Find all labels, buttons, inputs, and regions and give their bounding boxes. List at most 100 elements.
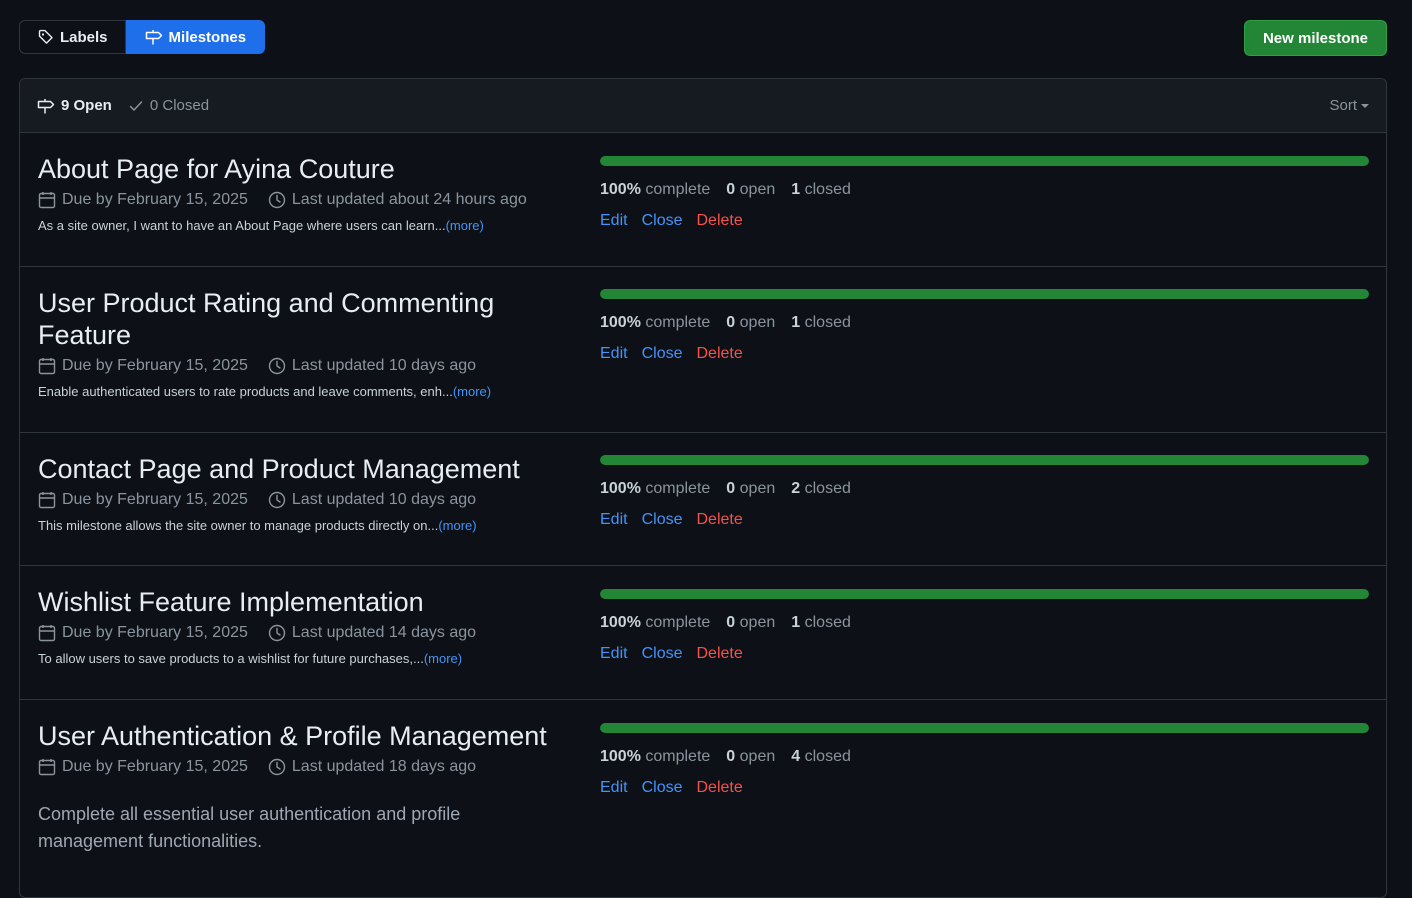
open-count-label: 9 Open xyxy=(61,97,112,114)
more-link[interactable]: (more) xyxy=(453,384,491,399)
delete-link[interactable]: Delete xyxy=(696,345,742,363)
milestone-meta: Due by February 15, 2025 Last updated ab… xyxy=(38,191,578,209)
percent-complete: 100% complete xyxy=(600,614,711,631)
milestone-description: Complete all essential user authenticati… xyxy=(38,804,461,851)
milestone-actions: Edit Close Delete xyxy=(600,345,1369,363)
milestone-title[interactable]: User Authentication & Profile Management xyxy=(38,720,578,752)
milestone-title[interactable]: User Product Rating and Commenting Featu… xyxy=(38,287,578,351)
milestone-actions: Edit Close Delete xyxy=(600,645,1369,663)
edit-link[interactable]: Edit xyxy=(600,345,628,363)
clock-icon xyxy=(268,758,286,776)
due-date: Due by February 15, 2025 xyxy=(62,191,248,208)
delete-link[interactable]: Delete xyxy=(696,212,742,230)
milestone-stats: 100% complete 0 open 1 closed xyxy=(600,614,1369,632)
closed-issues-count[interactable]: 2 closed xyxy=(791,480,851,498)
due-date: Due by February 15, 2025 xyxy=(62,491,248,508)
progress-bar xyxy=(600,289,1369,299)
clock-icon xyxy=(268,624,286,642)
milestone-title[interactable]: About Page for Ayina Couture xyxy=(38,153,578,185)
calendar-icon xyxy=(38,357,56,375)
caret-down-icon xyxy=(1361,103,1369,108)
milestone-description: Enable authenticated users to rate produ… xyxy=(38,384,578,399)
edit-link[interactable]: Edit xyxy=(600,511,628,529)
close-link[interactable]: Close xyxy=(642,511,683,529)
description-text: This milestone allows the site owner to … xyxy=(38,518,439,533)
edit-link[interactable]: Edit xyxy=(600,645,628,663)
progress-fill xyxy=(600,589,1369,599)
milestone-meta: Due by February 15, 2025 Last updated 18… xyxy=(38,758,578,776)
clock-icon xyxy=(268,491,286,509)
closed-issues-count[interactable]: 1 closed xyxy=(791,181,851,199)
milestone-actions: Edit Close Delete xyxy=(600,212,1369,230)
labels-tab[interactable]: Labels xyxy=(19,20,126,54)
due-date: Due by February 15, 2025 xyxy=(62,624,248,641)
calendar-icon xyxy=(38,624,56,642)
close-link[interactable]: Close xyxy=(642,779,683,797)
milestone-description: This milestone allows the site owner to … xyxy=(38,518,578,533)
more-link[interactable]: (more) xyxy=(438,518,476,533)
due-date: Due by February 15, 2025 xyxy=(62,758,248,775)
open-issues-count[interactable]: 0 open xyxy=(726,748,775,766)
open-issues-count[interactable]: 0 open xyxy=(726,480,775,498)
close-link[interactable]: Close xyxy=(642,645,683,663)
milestone-description: To allow users to save products to a wis… xyxy=(38,651,578,666)
calendar-icon xyxy=(38,191,56,209)
progress-bar xyxy=(600,589,1369,599)
description-text: As a site owner, I want to have an About… xyxy=(38,218,446,233)
clock-icon xyxy=(268,191,286,209)
last-updated: Last updated 10 days ago xyxy=(291,491,477,508)
percent-complete: 100% complete xyxy=(600,314,711,331)
check-icon xyxy=(128,98,144,114)
milestones-filter-header: 9 Open 0 Closed Sort xyxy=(20,79,1386,133)
closed-count-label: 0 Closed xyxy=(149,97,210,114)
milestone-meta: Due by February 15, 2025 Last updated 14… xyxy=(38,624,578,642)
delete-link[interactable]: Delete xyxy=(696,779,742,797)
more-link[interactable]: (more) xyxy=(446,218,484,233)
milestone-icon xyxy=(37,98,55,114)
delete-link[interactable]: Delete xyxy=(696,645,742,663)
milestone-meta: Due by February 15, 2025 Last updated 10… xyxy=(38,491,578,509)
progress-fill xyxy=(600,156,1369,166)
milestone-meta: Due by February 15, 2025 Last updated 10… xyxy=(38,357,578,375)
milestone-row: Contact Page and Product Management Due … xyxy=(20,433,1386,566)
open-filter[interactable]: 9 Open xyxy=(37,97,112,114)
open-issues-count[interactable]: 0 open xyxy=(726,181,775,199)
description-text: To allow users to save products to a wis… xyxy=(38,651,424,666)
labels-milestones-switcher: Labels Milestones xyxy=(19,20,266,54)
due-date: Due by February 15, 2025 xyxy=(62,357,248,374)
milestone-row: User Authentication & Profile Management… xyxy=(20,700,1386,897)
last-updated: Last updated 18 days ago xyxy=(291,758,477,775)
milestone-stats: 100% complete 0 open 1 closed xyxy=(600,181,1369,199)
new-milestone-button[interactable]: New milestone xyxy=(1243,20,1387,56)
progress-fill xyxy=(600,289,1369,299)
milestones-tab[interactable]: Milestones xyxy=(125,20,266,54)
edit-link[interactable]: Edit xyxy=(600,779,628,797)
edit-link[interactable]: Edit xyxy=(600,212,628,230)
percent-complete: 100% complete xyxy=(600,480,711,497)
close-link[interactable]: Close xyxy=(642,212,683,230)
close-link[interactable]: Close xyxy=(642,345,683,363)
more-link[interactable]: (more) xyxy=(424,651,462,666)
progress-bar xyxy=(600,723,1369,733)
milestone-actions: Edit Close Delete xyxy=(600,511,1369,529)
milestone-title[interactable]: Wishlist Feature Implementation xyxy=(38,586,578,618)
progress-fill xyxy=(600,455,1369,465)
last-updated: Last updated 10 days ago xyxy=(291,357,477,374)
percent-complete: 100% complete xyxy=(600,748,711,765)
milestone-title[interactable]: Contact Page and Product Management xyxy=(38,453,578,485)
milestone-icon xyxy=(145,29,163,45)
delete-link[interactable]: Delete xyxy=(696,511,742,529)
description-text: Enable authenticated users to rate produ… xyxy=(38,384,453,399)
labels-tab-label: Labels xyxy=(60,28,108,46)
progress-bar xyxy=(600,156,1369,166)
clock-icon xyxy=(268,357,286,375)
milestone-stats: 100% complete 0 open 4 closed xyxy=(600,748,1369,766)
closed-issues-count[interactable]: 1 closed xyxy=(791,314,851,332)
open-issues-count[interactable]: 0 open xyxy=(726,614,775,632)
sort-dropdown[interactable]: Sort xyxy=(1329,97,1369,114)
open-issues-count[interactable]: 0 open xyxy=(726,314,775,332)
closed-filter[interactable]: 0 Closed xyxy=(128,97,209,114)
milestone-actions: Edit Close Delete xyxy=(600,779,1369,797)
closed-issues-count[interactable]: 4 closed xyxy=(791,748,851,766)
closed-issues-count[interactable]: 1 closed xyxy=(791,614,851,632)
